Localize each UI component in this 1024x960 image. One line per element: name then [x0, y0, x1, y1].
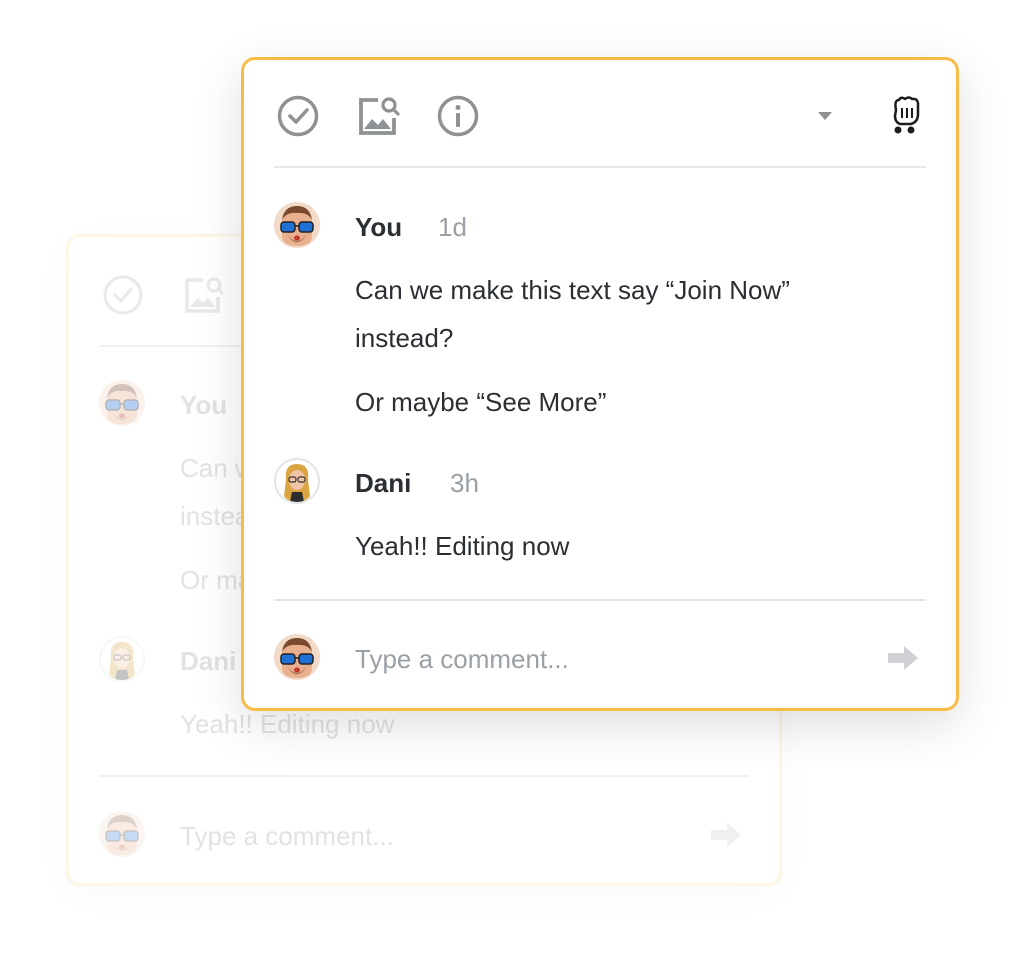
comment-text-line: Yeah!! Editing now: [355, 531, 570, 561]
comment-time: 3h: [450, 468, 479, 498]
send-arrow-icon[interactable]: [886, 644, 920, 672]
check-circle-icon: [99, 267, 147, 323]
comment-input[interactable]: Type a comment...: [355, 644, 569, 675]
comment-author: Dani: [180, 646, 237, 676]
composer-divider: [99, 775, 749, 777]
comment-text-line: instead?: [355, 323, 454, 353]
avatar: [99, 380, 145, 426]
avatar: [274, 634, 320, 680]
info-icon: [437, 95, 479, 137]
avatar: [99, 811, 145, 857]
toolbar-divider: [274, 166, 926, 168]
check-circle-icon: [277, 95, 319, 137]
resolve-button[interactable]: [274, 88, 322, 144]
comment-author: You: [355, 212, 403, 242]
comment-text-extra: Or maybe “See More”: [355, 387, 607, 417]
avatar: [99, 636, 145, 682]
avatar: [274, 458, 320, 504]
caret-down-icon: [818, 112, 832, 120]
send-arrow-icon: [711, 823, 741, 847]
comment-card: You 1d Can we make this text say “Join N…: [241, 57, 959, 711]
hand-cursor-button[interactable]: [882, 88, 930, 144]
comment-toolbar: [274, 88, 926, 144]
avatar: [274, 202, 320, 248]
comment-author: Dani: [355, 468, 412, 498]
comment-time: 1d: [438, 212, 467, 242]
comment-text-line: Can we make this text say “Join Now”: [355, 275, 790, 305]
composer-divider: [274, 599, 926, 601]
comment-author: You: [180, 390, 228, 420]
comment-input: Type a comment...: [180, 821, 394, 851]
hand-cursor-icon: [893, 96, 920, 134]
image-search-icon: [179, 267, 227, 323]
image-search-icon: [359, 97, 400, 135]
info-button[interactable]: [434, 88, 482, 144]
options-dropdown[interactable]: [801, 88, 849, 144]
image-search-button[interactable]: [354, 88, 402, 144]
